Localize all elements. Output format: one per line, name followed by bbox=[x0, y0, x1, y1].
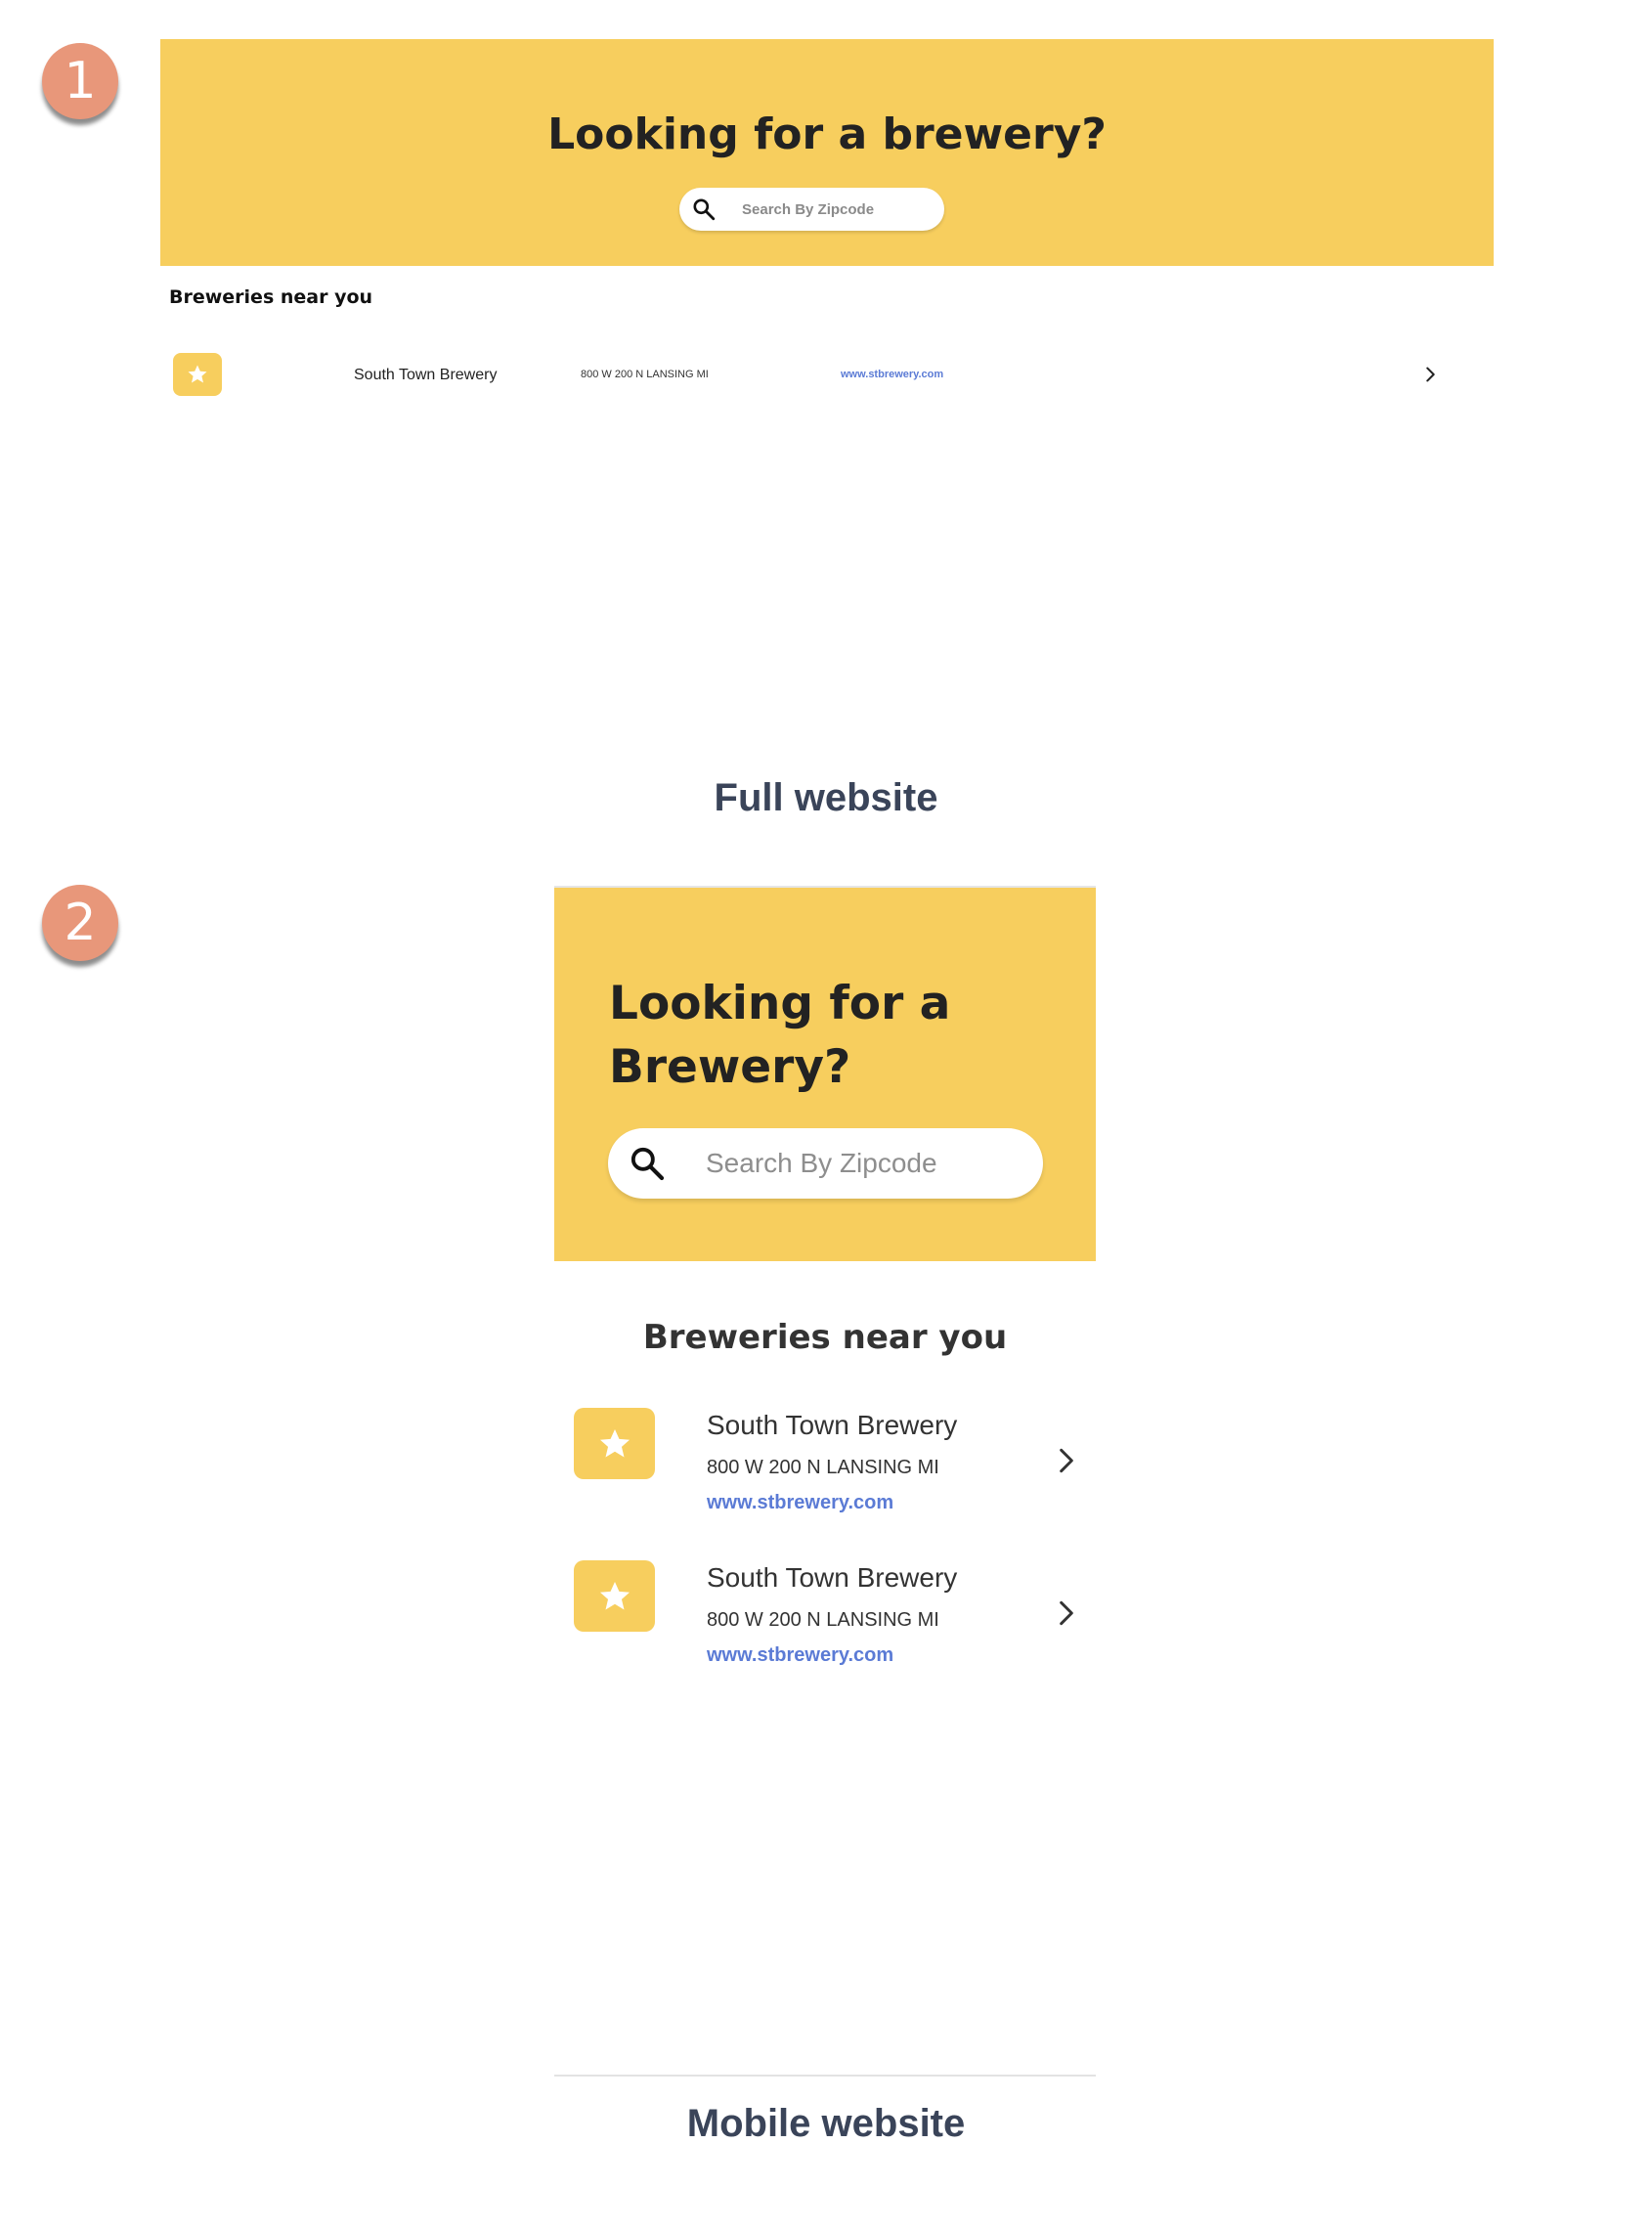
step-badge-2: 2 bbox=[42, 885, 118, 961]
search-icon[interactable] bbox=[691, 197, 717, 222]
brewery-website-link[interactable]: www.stbrewery.com bbox=[707, 1492, 893, 1514]
mobile-website-caption: Mobile website bbox=[686, 2102, 966, 2145]
chevron-right-icon[interactable] bbox=[1051, 1443, 1082, 1478]
brewery-website-link[interactable]: www.stbrewery.com bbox=[707, 1644, 893, 1667]
search-icon[interactable] bbox=[628, 1144, 667, 1183]
full-hero-banner: Looking for a brewery? bbox=[160, 39, 1494, 266]
chevron-right-icon[interactable] bbox=[1051, 1596, 1082, 1631]
mobile-section-title: Breweries near you bbox=[642, 1318, 1008, 1357]
mobile-search-bar[interactable] bbox=[608, 1128, 1043, 1199]
full-search-input[interactable] bbox=[728, 188, 934, 231]
star-tile bbox=[574, 1560, 655, 1632]
full-search-bar[interactable] bbox=[679, 188, 944, 231]
chevron-right-icon[interactable] bbox=[1419, 364, 1441, 385]
star-icon bbox=[599, 1428, 630, 1457]
mobile-brewery-row[interactable]: South Town Brewery 800 W 200 N LANSING M… bbox=[554, 1560, 1096, 1687]
mobile-hero-banner: Looking for a Brewery? bbox=[554, 888, 1096, 1261]
brewery-name: South Town Brewery bbox=[707, 1410, 958, 1440]
mobile-search-input[interactable] bbox=[706, 1128, 1019, 1199]
star-tile bbox=[173, 353, 222, 396]
full-section-title: Breweries near you bbox=[169, 286, 373, 308]
brewery-address: 800 W 200 N LANSING MI bbox=[707, 1609, 939, 1631]
brewery-name: South Town Brewery bbox=[707, 1562, 958, 1593]
full-brewery-row[interactable]: South Town Brewery 800 W 200 N LANSING M… bbox=[160, 347, 1494, 406]
mobile-hero-title: Looking for a Brewery? bbox=[609, 977, 951, 1094]
brewery-name: South Town Brewery bbox=[354, 367, 498, 383]
step-badge-1: 1 bbox=[42, 43, 118, 119]
brewery-address: 800 W 200 N LANSING MI bbox=[707, 1457, 939, 1478]
mobile-brewery-row[interactable]: South Town Brewery 800 W 200 N LANSING M… bbox=[554, 1408, 1096, 1535]
full-website-caption: Full website bbox=[714, 776, 938, 819]
mobile-divider bbox=[554, 2075, 1096, 2077]
star-icon bbox=[599, 1581, 630, 1609]
brewery-website-link[interactable]: www.stbrewery.com bbox=[841, 369, 943, 380]
full-hero-title: Looking for a brewery? bbox=[547, 109, 1107, 159]
brewery-address: 800 W 200 N LANSING MI bbox=[581, 369, 709, 380]
mobile-frame: Looking for a Brewery? Breweries near yo… bbox=[554, 886, 1096, 2076]
star-icon bbox=[188, 365, 207, 383]
star-tile bbox=[574, 1408, 655, 1479]
